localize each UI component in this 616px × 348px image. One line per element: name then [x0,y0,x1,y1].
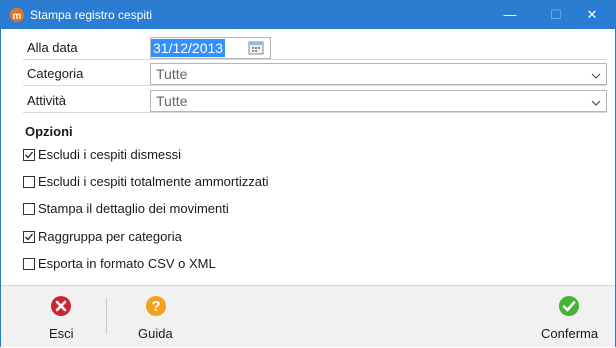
date-label: Alla data [27,40,78,55]
window-title: Stampa registro cespiti [30,8,153,22]
option-label: Esporta in formato CSV o XML [38,256,216,271]
app-logo-icon: m [10,8,24,22]
minimize-button[interactable]: — [487,1,533,29]
exit-label: Esci [49,326,74,341]
confirm-label: Conferma [541,326,599,341]
activity-select[interactable]: Tutte [150,90,607,112]
chevron-down-icon[interactable] [591,96,601,106]
footer-toolbar: Esci ? Guida Conferma [1,285,615,347]
option-label: Escludi i cespiti dismessi [38,147,182,162]
chevron-down-icon[interactable] [591,69,601,79]
date-field[interactable]: 31/12/2013 [150,37,271,59]
activity-label: Attività [27,93,67,108]
checkbox[interactable] [23,176,35,188]
exit-button[interactable]: Esci [31,286,91,348]
category-select[interactable]: Tutte [150,63,607,85]
category-row: Categoria Tutte [23,62,607,86]
check-icon [558,295,580,317]
option-label: Raggruppa per categoria [38,229,182,244]
help-button[interactable]: ? Guida [126,286,186,348]
close-button[interactable]: ✕ [569,1,615,29]
checkbox[interactable] [23,258,35,270]
date-row: Alla data 31/12/2013 [23,36,607,60]
checkbox[interactable] [23,149,35,161]
checkbox[interactable] [23,203,35,215]
exit-icon [50,295,72,317]
options-title: Opzioni [25,124,73,139]
title-bar[interactable]: m Stampa registro cespiti — ☐ ✕ [1,1,615,29]
checkbox[interactable] [23,231,35,243]
option-label: Stampa il dettaglio dei movimenti [38,201,229,216]
print-register-dialog: m Stampa registro cespiti — ☐ ✕ Alla dat… [0,0,616,347]
activity-row: Attività Tutte [23,89,607,113]
toolbar-separator [106,298,107,334]
option-label: Escludi i cespiti totalmente ammortizzat… [38,174,269,189]
help-icon: ? [145,295,167,317]
category-label: Categoria [27,66,84,81]
confirm-button[interactable]: Conferma [531,286,607,348]
category-value: Tutte [156,66,188,82]
calendar-icon[interactable] [247,40,265,56]
help-label: Guida [138,326,173,341]
svg-text:m: m [13,11,22,22]
activity-value: Tutte [156,93,188,109]
date-value[interactable]: 31/12/2013 [151,39,226,57]
svg-text:?: ? [151,298,160,315]
